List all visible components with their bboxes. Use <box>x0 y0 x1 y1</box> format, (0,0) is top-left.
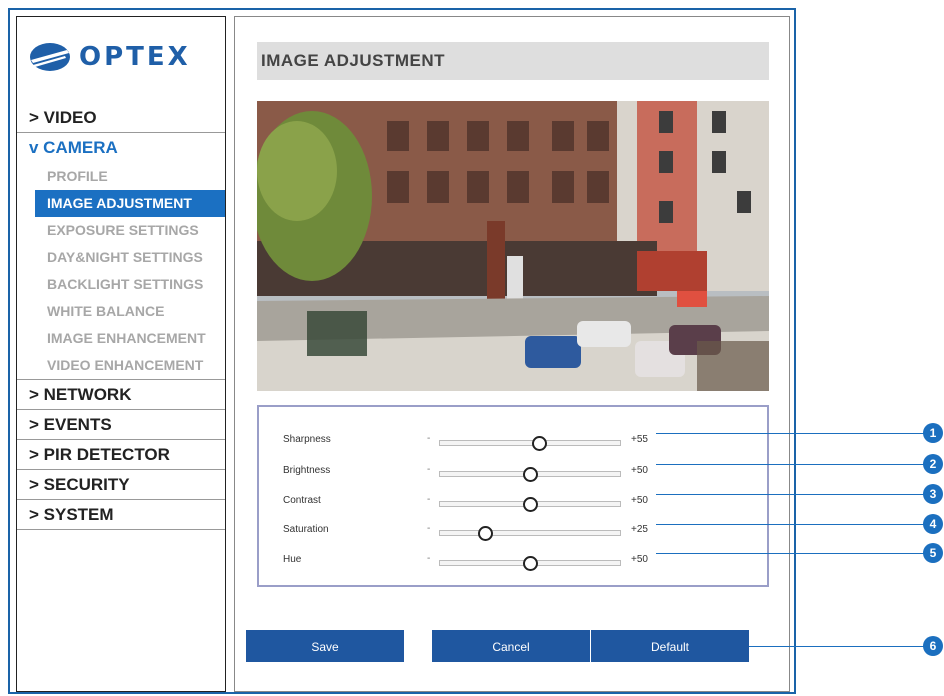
cancel-button[interactable]: Cancel <box>432 630 590 662</box>
camera-preview <box>257 101 769 391</box>
submenu-item-white-balance[interactable]: WHITE BALANCE <box>17 298 225 325</box>
callout-line-4 <box>656 524 926 525</box>
menu-item-video[interactable]: > VIDEO <box>17 103 225 133</box>
callout-2: 2 <box>923 454 943 474</box>
submenu-item-video-enhancement[interactable]: VIDEO ENHANCEMENT <box>17 352 225 380</box>
submenu-item-image-enhancement[interactable]: IMAGE ENHANCEMENT <box>17 325 225 352</box>
callout-5: 5 <box>923 543 943 563</box>
saturation-minus: - <box>427 523 431 534</box>
contrast-slider-track[interactable] <box>439 497 621 512</box>
optex-logo: OPTEX <box>29 39 191 75</box>
submenu-item-day-night-settings[interactable]: DAY&NIGHT SETTINGS <box>17 244 225 271</box>
menu-item-security[interactable]: > SECURITY <box>17 470 225 500</box>
saturation-value: +25 <box>631 524 648 535</box>
callout-line-1 <box>656 433 926 434</box>
hue-value: +50 <box>631 554 648 565</box>
callout-line-6 <box>749 646 926 647</box>
slider-row-contrast: Contrast - +50 <box>259 493 767 513</box>
callout-6: 6 <box>923 636 943 656</box>
default-button[interactable]: Default <box>591 630 749 662</box>
slider-row-sharpness: Sharpness - +55 <box>259 432 767 452</box>
submenu-item-profile[interactable]: PROFILE <box>17 163 225 190</box>
saturation-slider-thumb[interactable] <box>478 526 493 541</box>
menu-item-pir-detector[interactable]: > PIR DETECTOR <box>17 440 225 470</box>
submenu-item-backlight-settings[interactable]: BACKLIGHT SETTINGS <box>17 271 225 298</box>
brightness-minus: - <box>427 464 431 475</box>
brightness-slider-track[interactable] <box>439 467 621 482</box>
page-title: IMAGE ADJUSTMENT <box>261 51 445 70</box>
street-scene-image <box>257 101 769 391</box>
menu-item-camera[interactable]: v CAMERA <box>17 133 225 163</box>
slider-row-hue: Hue - +50 <box>259 552 767 572</box>
hue-slider-thumb[interactable] <box>523 556 538 571</box>
contrast-label: Contrast <box>283 495 321 506</box>
hue-label: Hue <box>283 554 302 565</box>
contrast-slider-thumb[interactable] <box>523 497 538 512</box>
nav-menu: > VIDEO v CAMERA PROFILE IMAGE ADJUSTMEN… <box>17 103 225 530</box>
sharpness-slider-thumb[interactable] <box>532 436 547 451</box>
slider-row-brightness: Brightness - +50 <box>259 463 767 483</box>
brightness-label: Brightness <box>283 465 331 476</box>
logo-text: OPTEX <box>79 42 191 72</box>
menu-item-system[interactable]: > SYSTEM <box>17 500 225 530</box>
hue-slider-track[interactable] <box>439 556 621 571</box>
submenu-item-exposure-settings[interactable]: EXPOSURE SETTINGS <box>17 217 225 244</box>
sharpness-label: Sharpness <box>283 434 331 445</box>
contrast-value: +50 <box>631 495 648 506</box>
callout-4: 4 <box>923 514 943 534</box>
callout-1: 1 <box>923 423 943 443</box>
callout-line-5 <box>656 553 926 554</box>
menu-item-events[interactable]: > EVENTS <box>17 410 225 440</box>
slider-row-saturation: Saturation - +25 <box>259 522 767 542</box>
brightness-slider-thumb[interactable] <box>523 467 538 482</box>
menu-item-network[interactable]: > NETWORK <box>17 380 225 410</box>
page-title-bar: IMAGE ADJUSTMENT <box>257 42 769 80</box>
hue-minus: - <box>427 553 431 564</box>
sharpness-minus: - <box>427 433 431 444</box>
optex-logo-icon <box>30 43 70 71</box>
content-panel: IMAGE ADJUSTMENT Sharpness - +55 Brightn… <box>234 16 790 692</box>
saturation-label: Saturation <box>283 524 329 535</box>
sidebar: OPTEX > VIDEO v CAMERA PROFILE IMAGE ADJ… <box>16 16 226 692</box>
sharpness-value: +55 <box>631 434 648 445</box>
callout-line-3 <box>656 494 926 495</box>
callout-line-2 <box>656 464 926 465</box>
callout-3: 3 <box>923 484 943 504</box>
save-button[interactable]: Save <box>246 630 404 662</box>
submenu-item-image-adjustment[interactable]: IMAGE ADJUSTMENT <box>35 190 225 217</box>
brightness-value: +50 <box>631 465 648 476</box>
contrast-minus: - <box>427 494 431 505</box>
sharpness-slider-track[interactable] <box>439 436 621 451</box>
saturation-slider-track[interactable] <box>439 526 621 541</box>
